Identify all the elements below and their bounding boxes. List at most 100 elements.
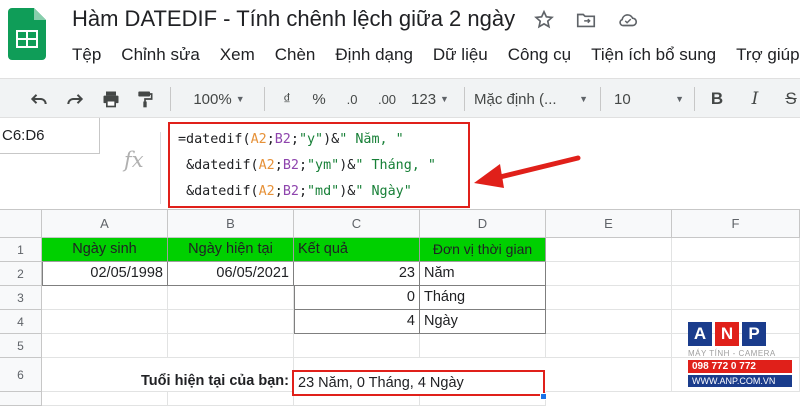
- document-title[interactable]: Hàm DATEDIF - Tính chênh lệch giữa 2 ngà…: [72, 6, 515, 32]
- cell-e3[interactable]: [546, 286, 672, 310]
- cell-b2[interactable]: 06/05/2021: [168, 262, 294, 286]
- toolbar-separator: [264, 87, 265, 111]
- formula-ref-b2: B2: [274, 132, 291, 147]
- cell-a6-b6[interactable]: Tuổi hiện tại của bạn:: [42, 358, 294, 392]
- row-header-6[interactable]: 6: [0, 358, 42, 392]
- cell-d1[interactable]: Đơn vị thời gian: [420, 238, 546, 262]
- row-header-4[interactable]: 4: [0, 310, 42, 334]
- cell-f3[interactable]: [672, 286, 800, 310]
- anp-letter-p: P: [742, 322, 766, 346]
- cell-b4[interactable]: [168, 310, 294, 334]
- column-header-b[interactable]: B: [168, 210, 294, 238]
- cell-d3[interactable]: Tháng: [420, 286, 546, 310]
- cell-f2[interactable]: [672, 262, 800, 286]
- cell-b1[interactable]: Ngày hiện tại: [168, 238, 294, 262]
- font-size-select[interactable]: 10 ▼: [614, 87, 684, 111]
- move-folder-icon[interactable]: [574, 8, 598, 32]
- formula-line-2: &datedif(A2;B2;"ym")&" Tháng, ": [178, 153, 468, 179]
- star-icon[interactable]: [532, 8, 556, 32]
- formula-input[interactable]: =datedif(A2;B2;"y")&" Năm, " &datedif(A2…: [168, 122, 470, 208]
- cell-c1[interactable]: Kết quả: [294, 238, 420, 262]
- formula-text: ;: [290, 132, 299, 147]
- anp-phone: 098 772 0 772: [688, 360, 792, 373]
- menu-data[interactable]: Dữ liệu: [423, 42, 498, 68]
- paint-format-button[interactable]: [132, 87, 158, 111]
- formula-text: &datedif(: [186, 158, 259, 173]
- cell-b3[interactable]: [168, 286, 294, 310]
- menu-help[interactable]: Trợ giúp: [726, 42, 800, 68]
- cell-d4[interactable]: Ngày: [420, 310, 546, 334]
- menu-edit[interactable]: Chỉnh sửa: [111, 42, 209, 68]
- formula-text: )&: [339, 158, 356, 173]
- selected-range-c6-d6[interactable]: 23 Năm, 0 Tháng, 4 Ngày: [292, 370, 545, 396]
- cell-a4[interactable]: [42, 310, 168, 334]
- cell-f1[interactable]: [672, 238, 800, 262]
- row-header-3[interactable]: 3: [0, 286, 42, 310]
- formula-string: "md": [307, 184, 340, 199]
- cell-a1[interactable]: Ngày sinh: [42, 238, 168, 262]
- row-header-2[interactable]: 2: [0, 262, 42, 286]
- cell-e5[interactable]: [546, 334, 672, 358]
- cell-c3[interactable]: 0: [294, 286, 420, 310]
- formula-text: ;: [274, 184, 283, 199]
- formula-string: " Ngày": [355, 184, 412, 199]
- caret-down-icon: ▼: [579, 94, 588, 104]
- column-header-d[interactable]: D: [420, 210, 546, 238]
- percent-format-button[interactable]: %: [308, 87, 330, 111]
- cell-c5[interactable]: [294, 334, 420, 358]
- undo-button[interactable]: [26, 87, 52, 111]
- menu-addons[interactable]: Tiện ích bổ sung: [581, 42, 726, 68]
- column-header-c[interactable]: C: [294, 210, 420, 238]
- zoom-select[interactable]: 100% ▼: [186, 87, 252, 111]
- menu-file[interactable]: Tệp: [62, 42, 111, 68]
- row-header-5[interactable]: 5: [0, 334, 42, 358]
- cell-a5[interactable]: [42, 334, 168, 358]
- cell-b7[interactable]: [168, 392, 294, 406]
- formula-ref-a2: A2: [250, 132, 267, 147]
- row-header-7[interactable]: [0, 392, 42, 406]
- cell-c2[interactable]: 23: [294, 262, 420, 286]
- currency-format-button[interactable]: ₫: [276, 87, 298, 111]
- decrease-decimal-button[interactable]: .0: [338, 87, 366, 111]
- toolbar-separator: [170, 87, 171, 111]
- cell-a3[interactable]: [42, 286, 168, 310]
- font-select[interactable]: Mặc định (... ▼: [474, 87, 588, 111]
- column-header-f[interactable]: F: [672, 210, 800, 238]
- menu-insert[interactable]: Chèn: [265, 42, 326, 68]
- italic-button[interactable]: I: [744, 87, 766, 111]
- select-all-corner[interactable]: [0, 210, 42, 238]
- formula-separator: [160, 132, 161, 204]
- menu-format[interactable]: Định dạng: [325, 42, 423, 68]
- formula-string: "ym": [307, 158, 340, 173]
- fill-handle[interactable]: [540, 393, 547, 400]
- cell-a7[interactable]: [42, 392, 168, 406]
- formula-text: =datedif(: [178, 132, 251, 147]
- menu-tools[interactable]: Công cụ: [498, 42, 581, 68]
- cell-d2[interactable]: Năm: [420, 262, 546, 286]
- redo-button[interactable]: [62, 87, 88, 111]
- cell-e6[interactable]: [546, 358, 672, 392]
- increase-decimal-button[interactable]: .00: [370, 87, 404, 111]
- cloud-saved-icon[interactable]: [616, 8, 640, 32]
- anp-watermark-logo: A N P MÁY TÍNH - CAMERA 098 772 0 772 WW…: [688, 322, 794, 400]
- bold-button[interactable]: B: [706, 87, 728, 111]
- column-header-e[interactable]: E: [546, 210, 672, 238]
- sheets-logo-icon[interactable]: [8, 8, 46, 60]
- strikethrough-button[interactable]: S: [780, 87, 800, 111]
- cell-e1[interactable]: [546, 238, 672, 262]
- row-header-1[interactable]: 1: [0, 238, 42, 262]
- name-box[interactable]: C6:D6: [0, 118, 100, 154]
- cell-d5[interactable]: [420, 334, 546, 358]
- cell-e4[interactable]: [546, 310, 672, 334]
- print-button[interactable]: [98, 87, 124, 111]
- cell-a2[interactable]: 02/05/1998: [42, 262, 168, 286]
- formula-text: ;: [266, 132, 275, 147]
- cell-e2[interactable]: [546, 262, 672, 286]
- cell-c4[interactable]: 4: [294, 310, 420, 334]
- column-header-a[interactable]: A: [42, 210, 168, 238]
- menu-view[interactable]: Xem: [210, 42, 265, 68]
- more-formats-button[interactable]: 123 ▼: [408, 87, 452, 111]
- formula-bar: C6:D6 fx =datedif(A2;B2;"y")&" Năm, " &d…: [0, 118, 800, 210]
- toolbar-separator: [694, 87, 695, 111]
- cell-b5[interactable]: [168, 334, 294, 358]
